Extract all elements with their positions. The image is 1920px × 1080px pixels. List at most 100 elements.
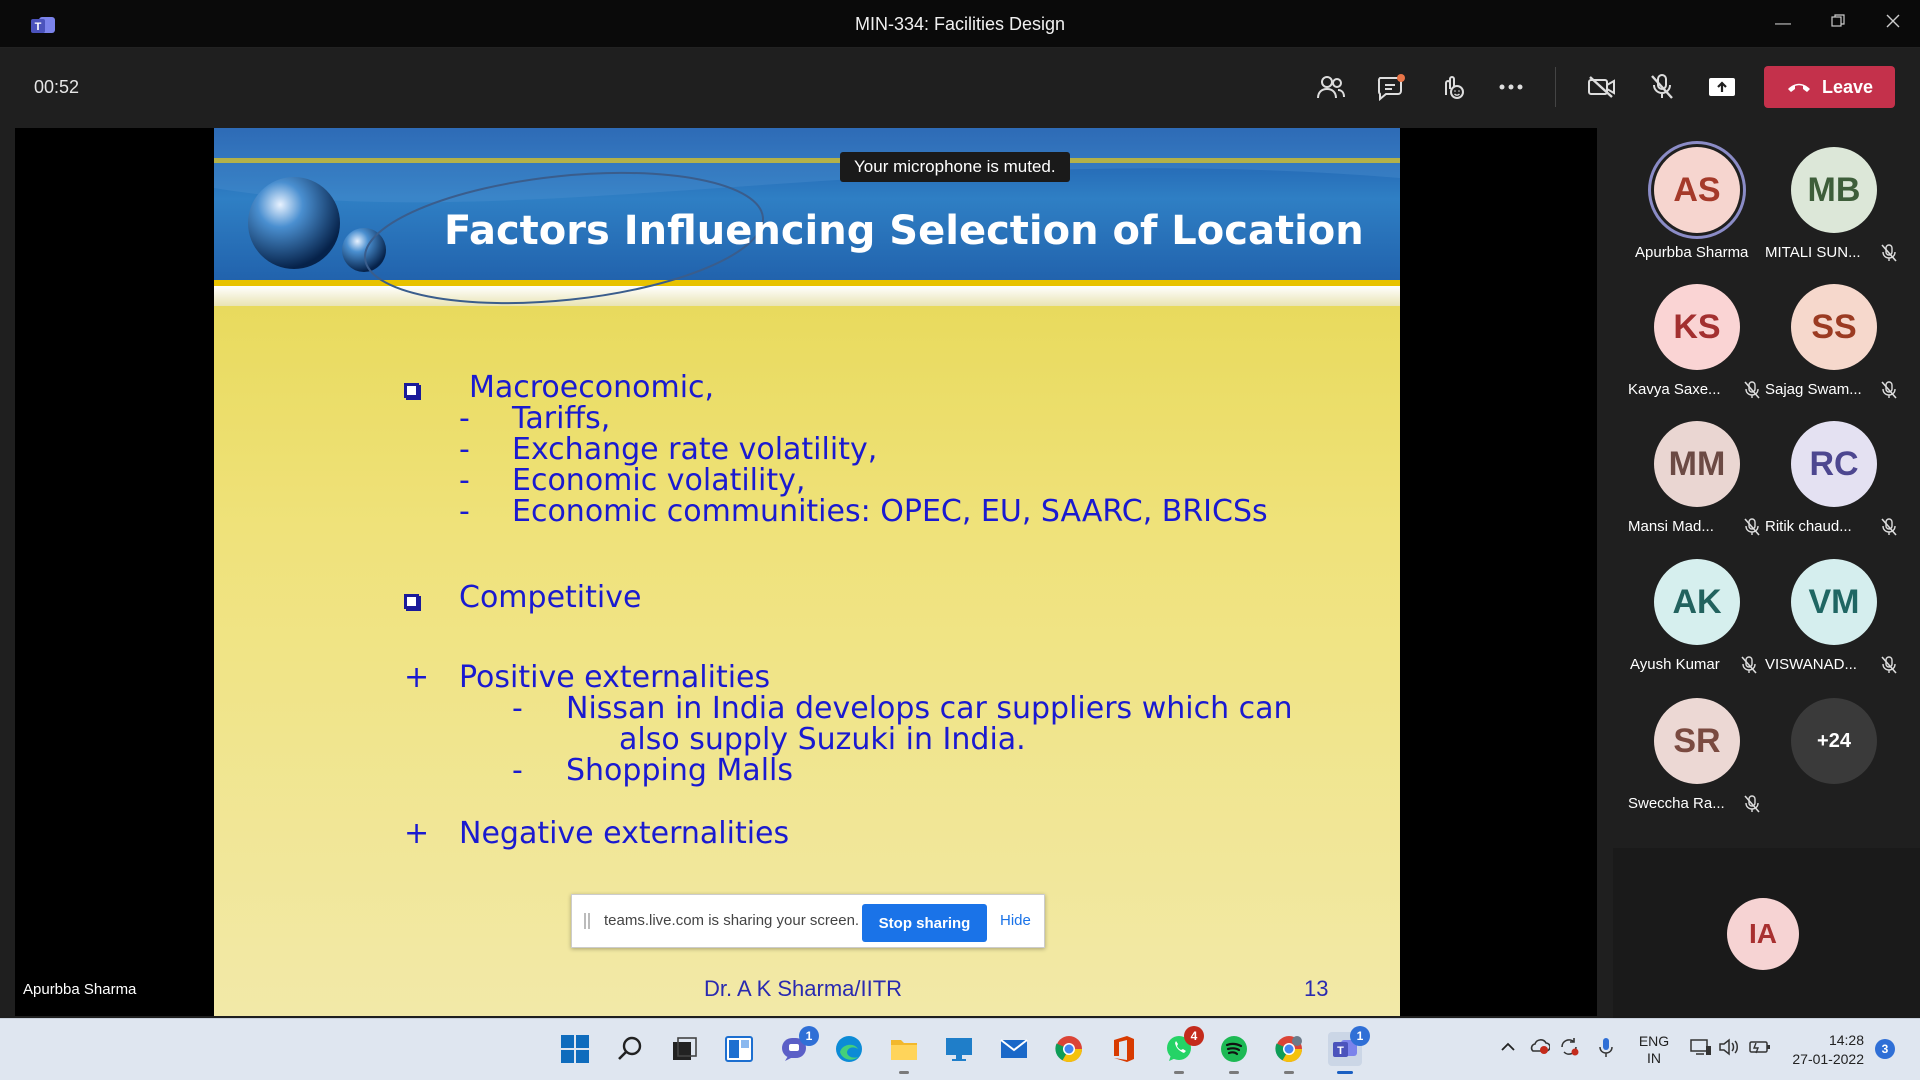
language-indicator[interactable]: ENG IN (1638, 1033, 1670, 1067)
participant-tile[interactable]: VM VISWANAD... (1757, 540, 1897, 674)
remote-desktop-icon[interactable] (942, 1032, 976, 1066)
tray-overflow-chevron-icon[interactable] (1500, 1039, 1516, 1055)
participants-icon[interactable] (1313, 69, 1349, 105)
notification-count-badge[interactable]: 3 (1875, 1039, 1895, 1059)
participant-tile[interactable]: SR Sweccha Ra... (1620, 679, 1760, 813)
reactions-icon[interactable] (1433, 69, 1469, 105)
leave-button[interactable]: Leave (1764, 66, 1895, 108)
avatar-initials: IA (1749, 918, 1777, 949)
active-indicator (1337, 1071, 1353, 1074)
svg-text:T: T (1337, 1045, 1344, 1057)
participant-tile[interactable]: MB MITALI SUN... (1757, 128, 1897, 262)
start-menu-icon[interactable] (558, 1032, 592, 1066)
avatar-initials: SS (1811, 307, 1857, 346)
square-bullet-icon (404, 383, 419, 398)
onedrive-icon[interactable] (1528, 1037, 1551, 1058)
share-screen-icon[interactable] (1704, 69, 1740, 105)
battery-icon[interactable] (1748, 1039, 1772, 1058)
avatar-initials: KS (1673, 307, 1721, 346)
mic-off-icon (1881, 518, 1897, 536)
more-options-icon[interactable] (1493, 69, 1529, 105)
avatar-initials: MM (1668, 444, 1726, 483)
avatar: SS (1791, 284, 1877, 370)
slide-title: Factors Influencing Selection of Locatio… (444, 208, 1364, 254)
sub-bullet-shopping-malls: Shopping Malls (566, 753, 793, 788)
windows-taskbar: 1 4 T 1 ENG IN 14:28 27-01-2022 3 (0, 1018, 1920, 1080)
search-icon[interactable] (613, 1032, 647, 1066)
running-indicator (1229, 1071, 1239, 1074)
square-bullet-icon (404, 594, 419, 609)
avatar-initials: RC (1809, 444, 1859, 483)
participant-tile[interactable]: MM Mansi Mad... (1620, 402, 1760, 536)
avatar: KS (1654, 284, 1740, 370)
screen-sharing-bar: teams.live.com is sharing your screen. S… (571, 894, 1045, 948)
participants-gallery: AS Apurbba Sharma MB MITALI SUN... KS Ka… (1613, 128, 1920, 1018)
running-indicator (1284, 1071, 1294, 1074)
clock-time: 14:28 (1828, 1032, 1864, 1048)
drag-handle-icon[interactable] (584, 913, 590, 929)
task-view-icon[interactable] (667, 1032, 701, 1066)
participant-tile[interactable]: AK Ayush Kumar (1620, 540, 1757, 674)
whatsapp-badge: 4 (1184, 1026, 1204, 1046)
file-explorer-icon[interactable] (887, 1032, 921, 1074)
slide-header: Factors Influencing Selection of Locatio… (214, 128, 1400, 306)
avatar-initials: SR (1673, 721, 1721, 760)
avatar-initials: AS (1673, 170, 1721, 209)
avatar: VM (1791, 559, 1877, 645)
running-indicator (1174, 1071, 1184, 1074)
microphone-icon[interactable] (1598, 1037, 1614, 1062)
mail-icon[interactable] (997, 1032, 1031, 1066)
dash-marker: - (459, 432, 470, 467)
mic-off-icon (1881, 381, 1897, 399)
self-view: IA (1613, 848, 1920, 1018)
whatsapp-icon[interactable]: 4 (1162, 1026, 1204, 1074)
sub-bullet-nissan-line2: also supply Suzuki in India. (619, 722, 1026, 757)
restore-icon[interactable] (1826, 12, 1850, 36)
stop-sharing-button[interactable]: Stop sharing (862, 904, 987, 942)
sync-icon[interactable] (1558, 1037, 1580, 1060)
avatar: MM (1654, 421, 1740, 507)
window-title: MIN-334: Facilities Design (854, 14, 1066, 34)
chrome-profile-icon[interactable] (1272, 1032, 1306, 1074)
participant-name: Apurbba Sharma (1635, 244, 1749, 261)
participant-tile[interactable]: KS Kavya Saxe... (1620, 265, 1760, 399)
presentation-slide: Factors Influencing Selection of Locatio… (214, 128, 1400, 1016)
slide-page-number: 13 (1304, 976, 1329, 1001)
mic-off-icon (1881, 244, 1897, 262)
dash-marker: - (512, 753, 523, 788)
bullet-competitive: Competitive (459, 580, 642, 615)
more-participants-tile[interactable]: +24 (1757, 679, 1894, 809)
hide-button[interactable]: Hide (1000, 912, 1031, 929)
dash-marker: - (459, 401, 470, 436)
close-icon[interactable] (1881, 12, 1905, 36)
bullet-macroeconomic: Macroeconomic, (469, 370, 715, 405)
teams-app-icon[interactable]: T 1 (1328, 1026, 1370, 1074)
sub-bullet-exchange-rate: Exchange rate volatility, (512, 432, 878, 467)
sub-bullet-tariffs: Tariffs, (512, 401, 611, 436)
camera-off-icon[interactable] (1584, 69, 1620, 105)
chrome-browser-icon[interactable] (1052, 1032, 1086, 1066)
office-icon[interactable] (1107, 1032, 1141, 1066)
overflow-count: +24 (1791, 698, 1877, 784)
sub-bullet-economic-volatility: Economic volatility, (512, 463, 806, 498)
minimize-icon[interactable]: — (1771, 12, 1795, 36)
network-icon[interactable] (1690, 1038, 1712, 1059)
clock[interactable]: 14:28 27-01-2022 (1784, 1031, 1864, 1069)
participant-tile[interactable]: AS Apurbba Sharma (1620, 128, 1757, 261)
mic-off-icon[interactable] (1644, 69, 1680, 105)
widgets-icon[interactable] (722, 1032, 756, 1066)
avatar: MB (1791, 147, 1877, 233)
teams-chat-icon[interactable]: 1 (777, 1026, 819, 1066)
hang-up-icon (1787, 83, 1810, 92)
avatar-initials: VM (1808, 582, 1860, 621)
avatar-initials: MB (1807, 170, 1861, 209)
volume-icon[interactable] (1718, 1038, 1740, 1059)
running-indicator (899, 1071, 909, 1074)
sub-bullet-nissan-line1: Nissan in India develops car suppliers w… (566, 691, 1293, 726)
chat-icon[interactable] (1373, 69, 1409, 105)
avatar: SR (1654, 698, 1740, 784)
participant-tile[interactable]: SS Sajag Swam... (1757, 265, 1897, 399)
participant-tile[interactable]: RC Ritik chaud... (1757, 402, 1897, 536)
edge-browser-icon[interactable] (832, 1032, 866, 1066)
spotify-icon[interactable] (1217, 1032, 1251, 1074)
